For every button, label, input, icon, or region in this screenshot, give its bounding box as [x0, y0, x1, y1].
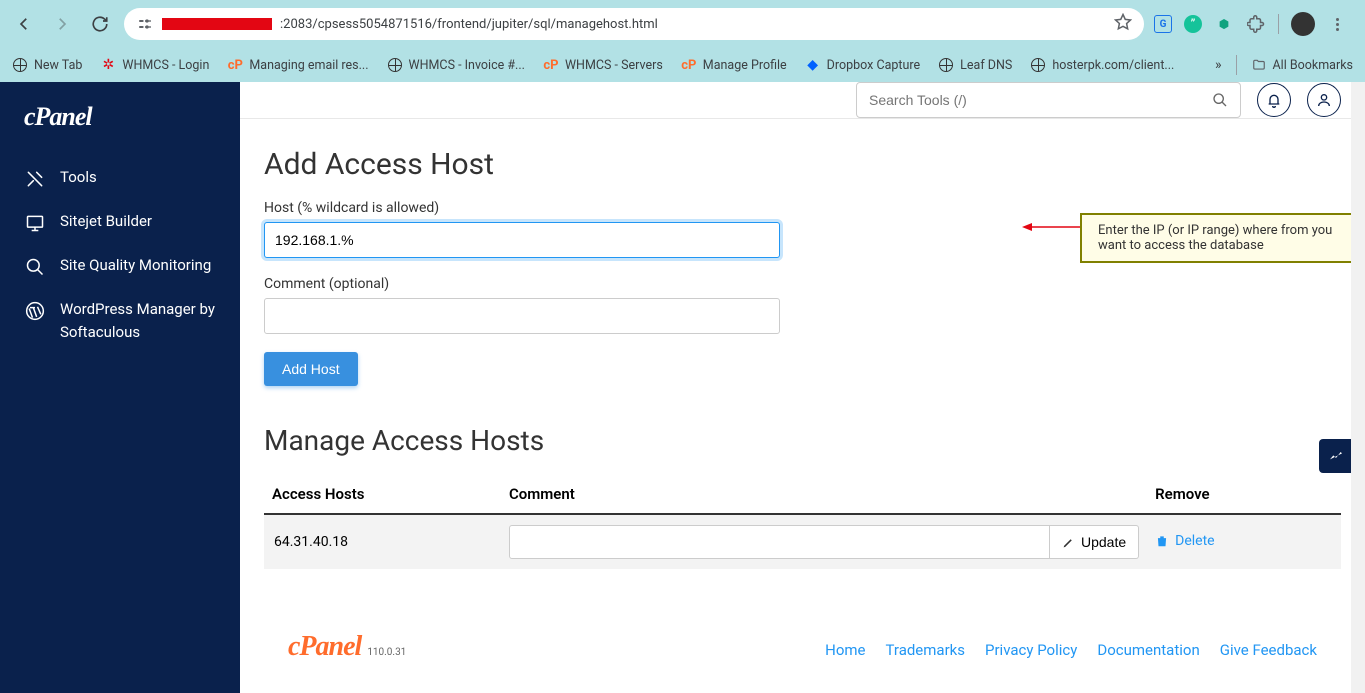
browser-actions: G ” ⬢ [1154, 12, 1347, 36]
wrench-icon [24, 168, 46, 190]
url-redacted [162, 18, 272, 30]
footer-logo: cPanel 110.0.31 [288, 631, 406, 663]
address-bar[interactable]: :2083/cpsess5054871516/frontend/jupiter/… [124, 8, 1144, 40]
back-button[interactable] [10, 10, 38, 38]
footer-link-docs[interactable]: Documentation [1097, 641, 1199, 659]
add-host-button[interactable]: Add Host [264, 352, 358, 386]
col-remove: Remove [1147, 475, 1341, 514]
extension-icon-1[interactable]: G [1154, 15, 1172, 33]
bookmark-item[interactable]: cPManage Profile [681, 57, 787, 73]
table-row: 64.31.40.18 Update [264, 514, 1341, 569]
globe-icon [12, 57, 28, 73]
url-text: :2083/cpsess5054871516/frontend/jupiter/… [280, 17, 1106, 32]
footer-link-home[interactable]: Home [825, 641, 865, 659]
delete-link[interactable]: Delete [1155, 533, 1214, 549]
footer-links: Home Trademarks Privacy Policy Documenta… [825, 641, 1317, 659]
cpanel-icon: cP [227, 57, 243, 73]
sidebar-item-tools[interactable]: Tools [0, 156, 240, 200]
dropbox-icon: ◆ [805, 57, 821, 73]
globe-icon [938, 57, 954, 73]
browser-toolbar: :2083/cpsess5054871516/frontend/jupiter/… [0, 0, 1365, 48]
manage-heading: Manage Access Hosts [264, 424, 1341, 457]
comment-label: Comment (optional) [264, 276, 1341, 292]
access-hosts-table: Access Hosts Comment Remove 64.31.40.18 [264, 475, 1341, 569]
cell-remove: Delete [1147, 514, 1341, 569]
cpanel-icon: cP [543, 57, 559, 73]
cell-comment: Update [501, 514, 1147, 569]
pencil-icon [1062, 536, 1075, 549]
scrollbar[interactable] [1351, 82, 1365, 693]
bookmark-item[interactable]: cPManaging email res... [227, 57, 368, 73]
sidebar: cPanel Tools Sitejet Builder Site Qualit… [0, 82, 240, 693]
gear-icon: ✲ [100, 57, 116, 73]
site-settings-icon[interactable] [136, 15, 154, 33]
col-comment: Comment [501, 475, 1147, 514]
bookmark-item[interactable]: New Tab [12, 57, 82, 73]
globe-icon [1030, 57, 1046, 73]
search-icon [24, 256, 46, 278]
footer-link-trademarks[interactable]: Trademarks [886, 641, 966, 659]
extension-icon-2[interactable]: ” [1184, 15, 1202, 33]
footer-link-privacy[interactable]: Privacy Policy [985, 641, 1077, 659]
bookmark-item[interactable]: hosterpk.com/client... [1030, 57, 1174, 73]
reload-button[interactable] [86, 10, 114, 38]
forward-button[interactable] [48, 10, 76, 38]
all-bookmarks-button[interactable]: All Bookmarks [1251, 58, 1354, 73]
monitor-icon [24, 212, 46, 234]
col-hosts: Access Hosts [264, 475, 501, 514]
trash-icon [1155, 534, 1169, 548]
bookmark-item[interactable]: cPWHMCS - Servers [543, 57, 663, 73]
footer-link-feedback[interactable]: Give Feedback [1220, 641, 1317, 659]
wordpress-icon [24, 300, 46, 322]
bookmark-star-icon[interactable] [1114, 13, 1132, 35]
bookmark-item[interactable]: WHMCS - Invoice #... [387, 57, 525, 73]
bookmark-item[interactable]: Leaf DNS [938, 57, 1012, 73]
account-button[interactable] [1307, 83, 1341, 117]
extensions-menu-icon[interactable] [1246, 14, 1266, 34]
host-input[interactable] [264, 222, 780, 258]
cpanel-logo[interactable]: cPanel [0, 102, 240, 156]
cell-host: 64.31.40.18 [264, 514, 501, 569]
annotation-arrow-icon [1022, 221, 1080, 233]
sidebar-item-wordpress[interactable]: WordPress Manager by Softaculous [0, 288, 240, 353]
top-bar [240, 82, 1365, 119]
sidebar-item-quality[interactable]: Site Quality Monitoring [0, 244, 240, 288]
extension-icon-3[interactable]: ⬢ [1214, 14, 1234, 34]
sidebar-item-sitejet[interactable]: Sitejet Builder [0, 200, 240, 244]
profile-avatar[interactable] [1291, 12, 1315, 36]
comment-input[interactable] [264, 298, 780, 334]
bookmarks-bar: New Tab ✲WHMCS - Login cPManaging email … [0, 48, 1365, 82]
bookmark-item[interactable]: ◆Dropbox Capture [805, 57, 920, 73]
browser-menu-icon[interactable] [1327, 14, 1347, 34]
search-icon [1212, 92, 1228, 108]
main-content: Add Access Host Host (% wildcard is allo… [240, 82, 1365, 693]
update-button[interactable]: Update [1050, 525, 1139, 559]
annotation-callout: Enter the IP (or IP range) where from yo… [1080, 213, 1365, 263]
page-footer: cPanel 110.0.31 Home Trademarks Privacy … [264, 617, 1341, 687]
stats-float-button[interactable] [1319, 439, 1353, 473]
page-heading: Add Access Host [264, 147, 1341, 182]
search-input[interactable] [869, 92, 1204, 108]
search-tools-box[interactable] [856, 82, 1241, 118]
bookmark-item[interactable]: ✲WHMCS - Login [100, 57, 209, 73]
row-comment-input[interactable] [509, 525, 1050, 559]
cpanel-icon: cP [681, 57, 697, 73]
bookmarks-overflow-icon[interactable]: » [1215, 57, 1222, 73]
notifications-button[interactable] [1257, 83, 1291, 117]
globe-icon [387, 57, 403, 73]
